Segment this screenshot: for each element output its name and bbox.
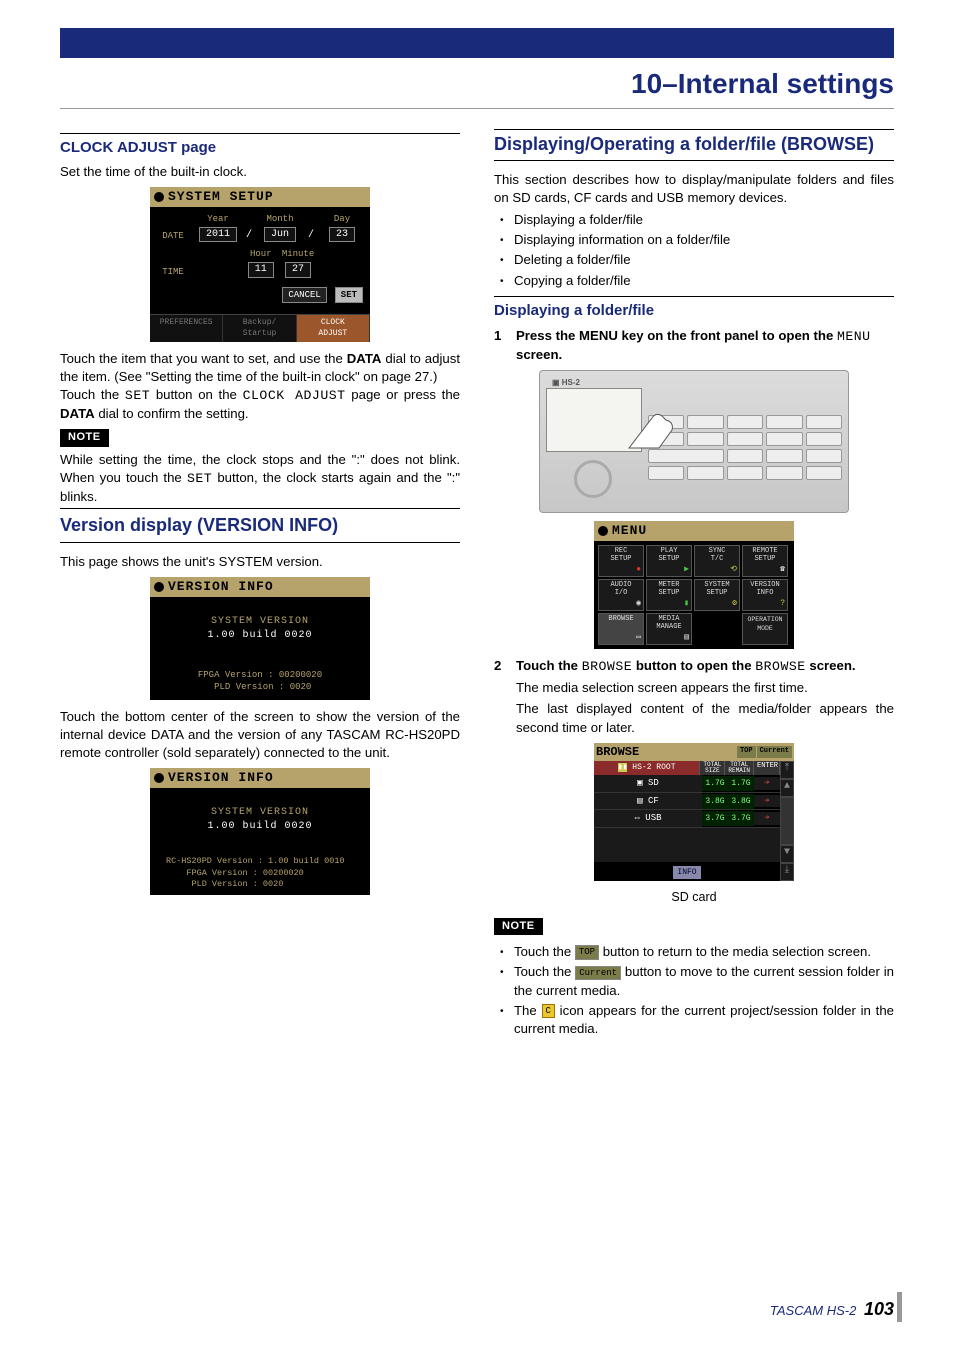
version-intro: This page shows the unit's SYSTEM versio… <box>60 553 460 571</box>
step2-sub1: The media selection screen appears the f… <box>516 679 894 697</box>
top-icon: TOP <box>575 945 599 959</box>
list-item: Touch the Current button to move to the … <box>500 963 894 999</box>
cancel-button[interactable]: CANCEL <box>282 287 326 303</box>
list-item: Displaying a folder/file <box>500 211 894 229</box>
browse-intro: This section describes how to display/ma… <box>494 171 894 207</box>
menu-operation-mode[interactable]: OPERATION MODE <box>742 613 788 645</box>
heading-browse-major: Displaying/Operating a folder/file (BROW… <box>494 129 894 161</box>
note-label: NOTE <box>60 429 109 446</box>
list-item: Deleting a folder/file <box>500 251 894 269</box>
table-row[interactable]: ⇔ USB3.7G3.7G➔ <box>594 810 780 827</box>
tab-clock-adjust[interactable]: CLOCK ADJUST <box>297 315 370 341</box>
menu-rec-setup[interactable]: REC SETUP● <box>598 545 644 577</box>
browse-bullet-list: Displaying a folder/file Displaying info… <box>500 211 894 290</box>
tab-preferences[interactable]: PREFERENCES <box>150 315 223 341</box>
footer-bar <box>897 1292 902 1322</box>
note-label: NOTE <box>494 918 543 935</box>
jog-dial <box>574 460 612 498</box>
step2-sub2: The last displayed content of the media/… <box>516 700 894 736</box>
menu-play-setup[interactable]: PLAY SETUP▶ <box>646 545 692 577</box>
menu-media-manage[interactable]: MEDIA MANAGE▤ <box>646 613 692 645</box>
finger-icon <box>624 400 694 450</box>
note-list: Touch the TOP button to return to the me… <box>500 943 894 1038</box>
screenshot-version-1: VERSION INFO SYSTEM VERSION 1.00 build 0… <box>150 577 370 699</box>
heading-version-info: Version display (VERSION INFO) <box>60 508 460 543</box>
set-button[interactable]: SET <box>335 287 363 303</box>
menu-browse[interactable]: BROWSE▭ <box>598 613 644 645</box>
menu-audio-io[interactable]: AUDIO I/O◉ <box>598 579 644 611</box>
day-field[interactable]: 23 <box>329 227 355 243</box>
list-item: Displaying information on a folder/file <box>500 231 894 249</box>
header-bar <box>60 28 894 58</box>
menu-meter-setup[interactable]: METER SETUP▮ <box>646 579 692 611</box>
menu-sync-tc[interactable]: SYNC T/C⟲ <box>694 545 740 577</box>
menu-version-info[interactable]: VERSION INFO? <box>742 579 788 611</box>
footer: TASCAM HS-2 103 <box>770 1299 894 1320</box>
menu-remote-setup[interactable]: REMOTE SETUP☎ <box>742 545 788 577</box>
scrollbar[interactable]: ⤒▲▼⤓ <box>780 761 794 880</box>
info-button[interactable]: INFO <box>673 866 700 879</box>
heading-displaying: Displaying a folder/file <box>494 296 894 322</box>
clock-para2: Touch the SET button on the CLOCK ADJUST… <box>60 386 460 423</box>
screenshot-version-2: VERSION INFO SYSTEM VERSION 1.00 build 0… <box>150 768 370 895</box>
table-row[interactable]: ▤ CF3.8G3.8G➔ <box>594 793 780 810</box>
current-button[interactable]: Current <box>757 746 792 758</box>
step-1: 1 Press the MENU key on the front panel … <box>494 327 894 364</box>
illustration-device: ▣ HS-2 <box>539 370 849 513</box>
clock-note: While setting the time, the clock stops … <box>60 451 460 507</box>
caption-sd: SD card <box>494 889 894 906</box>
heading-clock-adjust: CLOCK ADJUST page <box>60 133 460 159</box>
current-icon: Current <box>575 966 621 980</box>
version-para: Touch the bottom center of the screen to… <box>60 708 460 763</box>
minute-field[interactable]: 27 <box>285 262 311 278</box>
screenshot-system-setup: SYSTEM SETUP DATE Year 2011 / Month Jun <box>150 187 370 342</box>
right-column: Displaying/Operating a folder/file (BROW… <box>494 127 894 1044</box>
list-item: The C icon appears for the current proje… <box>500 1002 894 1038</box>
list-item: Copying a folder/file <box>500 272 894 290</box>
year-field[interactable]: 2011 <box>199 227 237 243</box>
top-button[interactable]: TOP <box>737 746 756 758</box>
tab-backup[interactable]: Backup/ Startup <box>223 315 296 341</box>
back-icon <box>598 526 608 536</box>
menu-system-setup[interactable]: SYSTEM SETUP⚙ <box>694 579 740 611</box>
screenshot-browse: BROWSE TOP Current ▮▮ HS-2 ROOT TOTAL SI… <box>594 743 794 881</box>
back-icon <box>154 192 164 202</box>
list-item: Touch the TOP button to return to the me… <box>500 943 894 961</box>
clock-para1: Touch the item that you want to set, and… <box>60 350 460 386</box>
back-icon <box>154 773 164 783</box>
clock-intro: Set the time of the built-in clock. <box>60 163 460 181</box>
month-field[interactable]: Jun <box>264 227 296 243</box>
chapter-title: 10–Internal settings <box>60 58 894 109</box>
screenshot-menu: MENU REC SETUP● PLAY SETUP▶ SYNC T/C⟲ RE… <box>594 521 794 649</box>
step-2: 2 Touch the BROWSE button to open the BR… <box>494 657 894 676</box>
table-row[interactable]: ▣ SD1.7G1.7G➔ <box>594 775 780 792</box>
hour-field[interactable]: 11 <box>248 262 274 278</box>
left-column: CLOCK ADJUST page Set the time of the bu… <box>60 127 460 1044</box>
back-icon <box>154 582 164 592</box>
c-icon: C <box>542 1004 555 1018</box>
